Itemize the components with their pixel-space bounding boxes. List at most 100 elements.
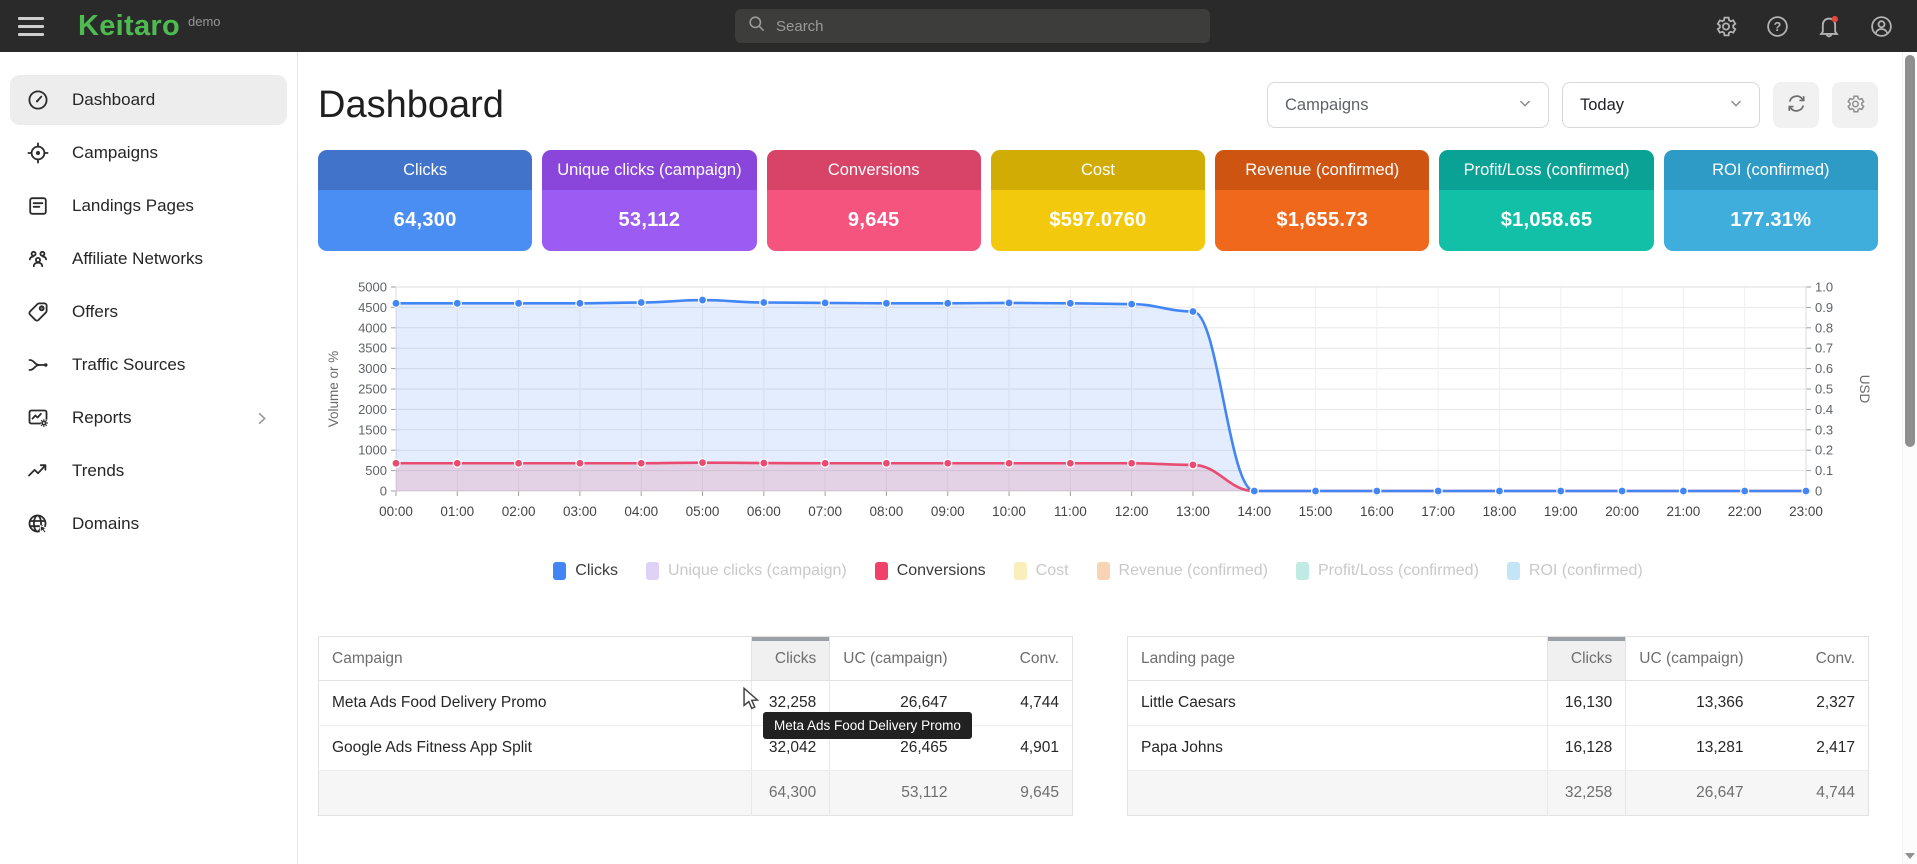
sidebar-item-label: Affiliate Networks — [72, 249, 203, 269]
svg-text:0: 0 — [1815, 484, 1822, 499]
group-filter-select[interactable]: Campaigns — [1267, 82, 1549, 128]
reports-icon — [26, 406, 50, 430]
legend-item-revenue-confirmed[interactable]: Revenue (confirmed) — [1097, 562, 1268, 580]
svg-text:s: s — [40, 306, 43, 311]
total-cell: 32,258 — [1548, 771, 1626, 816]
notifications-icon[interactable] — [1815, 12, 1843, 40]
total-cell — [319, 771, 752, 816]
column-header-clicks[interactable]: Clicks — [752, 637, 830, 681]
column-header-conv[interactable]: Conv. — [1757, 637, 1869, 681]
column-header-landing-page[interactable]: Landing page — [1128, 637, 1548, 681]
svg-text:0: 0 — [380, 484, 387, 499]
chevron-down-icon — [1727, 94, 1745, 117]
total-cell: 9,645 — [961, 771, 1073, 816]
column-header-conv[interactable]: Conv. — [961, 637, 1073, 681]
svg-text:Volume or %: Volume or % — [326, 351, 341, 428]
topbar: Keitaro demo ? — [0, 0, 1917, 52]
settings-icon[interactable] — [1711, 12, 1739, 40]
stat-card-value: $1,058.65 — [1439, 190, 1653, 251]
sidebar-item-domains[interactable]: Domains — [10, 499, 287, 549]
date-range-value: Today — [1580, 96, 1624, 115]
legend-item-unique-clicks-campaign[interactable]: Unique clicks (campaign) — [646, 562, 847, 580]
sidebar-item-affiliate-networks[interactable]: Affiliate Networks — [10, 234, 287, 284]
legend-item-conversions[interactable]: Conversions — [875, 562, 986, 580]
row-value-cell: 4,901 — [961, 726, 1073, 771]
svg-text:0.2: 0.2 — [1815, 443, 1833, 458]
trends-icon — [26, 459, 50, 483]
svg-text:2500: 2500 — [358, 382, 387, 397]
stat-card-value: 177.31% — [1664, 190, 1878, 251]
scroll-down-arrow[interactable] — [1905, 853, 1915, 859]
refresh-icon — [1785, 92, 1808, 118]
row-name-cell[interactable]: Little Caesars — [1128, 681, 1548, 726]
sidebar-item-trends[interactable]: Trends — [10, 446, 287, 496]
date-range-select[interactable]: Today — [1562, 82, 1760, 128]
svg-text:0.5: 0.5 — [1815, 382, 1833, 397]
help-icon[interactable]: ? — [1763, 12, 1791, 40]
refresh-button[interactable] — [1773, 82, 1819, 128]
stat-card-cost: Cost$597.0760 — [991, 150, 1205, 251]
menu-toggle-button[interactable] — [18, 11, 52, 41]
landings-table: Landing pageClicksUC (campaign)Conv.Litt… — [1127, 636, 1869, 816]
column-header-uc-campaign[interactable]: UC (campaign) — [830, 637, 961, 681]
sidebar-item-label: Campaigns — [72, 143, 158, 163]
legend-item-cost[interactable]: Cost — [1014, 562, 1069, 580]
row-name-cell[interactable]: Google Ads Fitness App Split — [319, 726, 752, 771]
sidebar-item-label: Dashboard — [72, 90, 155, 110]
landings-pages-icon — [26, 194, 50, 218]
stat-card-revenue-confirmed: Revenue (confirmed)$1,655.73 — [1215, 150, 1429, 251]
svg-text:?: ? — [1773, 19, 1781, 33]
legend-item-profit-loss-confirmed[interactable]: Profit/Loss (confirmed) — [1296, 562, 1479, 580]
traffic-sources-icon — [26, 353, 50, 377]
table-row[interactable]: Little Caesars16,13013,3662,327 — [1128, 681, 1869, 726]
landings-table-grid: Landing pageClicksUC (campaign)Conv.Litt… — [1127, 636, 1869, 816]
row-value-cell: 2,417 — [1757, 726, 1869, 771]
sidebar-item-dashboard[interactable]: Dashboard — [10, 75, 287, 125]
environment-badge: demo — [188, 14, 221, 29]
scrollbar-track[interactable] — [1902, 52, 1917, 864]
svg-text:15:00: 15:00 — [1299, 504, 1333, 519]
svg-text:10:00: 10:00 — [992, 504, 1026, 519]
row-value-cell: 16,128 — [1548, 726, 1626, 771]
summary-tables: CampaignClicksUC (campaign)Conv.Meta Ads… — [318, 636, 1878, 816]
stat-card-value: $597.0760 — [991, 190, 1205, 251]
svg-text:1.0: 1.0 — [1815, 280, 1833, 295]
sidebar-item-reports[interactable]: Reports — [10, 393, 287, 443]
row-name-cell[interactable]: Papa Johns — [1128, 726, 1548, 771]
column-header-campaign[interactable]: Campaign — [319, 637, 752, 681]
affiliate-networks-icon — [26, 247, 50, 271]
stat-card-label: Cost — [991, 150, 1205, 190]
stat-card-value: 53,112 — [542, 190, 756, 251]
table-row[interactable]: Papa Johns16,12813,2812,417 — [1128, 726, 1869, 771]
total-cell — [1128, 771, 1548, 816]
legend-item-clicks[interactable]: Clicks — [553, 562, 618, 580]
row-name-cell[interactable]: Meta Ads Food Delivery Promo — [319, 681, 752, 726]
legend-item-roi-confirmed[interactable]: ROI (confirmed) — [1507, 562, 1643, 580]
sidebar-item-traffic-sources[interactable]: Traffic Sources — [10, 340, 287, 390]
sidebar-item-campaigns[interactable]: Campaigns — [10, 128, 287, 178]
column-header-uc-campaign[interactable]: UC (campaign) — [1626, 637, 1757, 681]
sidebar-item-landings-pages[interactable]: Landings Pages — [10, 181, 287, 231]
stat-card-label: Conversions — [767, 150, 981, 190]
brand-logo[interactable]: Keitaro — [78, 10, 180, 43]
svg-text:0.6: 0.6 — [1815, 361, 1833, 376]
scrollbar-thumb[interactable] — [1905, 55, 1915, 447]
totals-row: 64,30053,1129,645 — [319, 771, 1073, 816]
search-input[interactable] — [776, 18, 1198, 35]
search-box[interactable] — [735, 9, 1210, 43]
column-header-clicks[interactable]: Clicks — [1548, 637, 1626, 681]
account-icon[interactable] — [1867, 12, 1895, 40]
stat-card-value: $1,655.73 — [1215, 190, 1429, 251]
total-cell: 53,112 — [830, 771, 961, 816]
sidebar-item-offers[interactable]: sOffers — [10, 287, 287, 337]
sidebar-item-label: Reports — [72, 408, 132, 428]
traffic-chart-svg: 005000.110000.215000.320000.425000.53000… — [318, 277, 1878, 529]
search-icon — [747, 14, 766, 38]
dashboard-settings-button[interactable] — [1832, 82, 1878, 128]
svg-text:07:00: 07:00 — [808, 504, 842, 519]
legend-swatch — [875, 562, 888, 580]
svg-text:1500: 1500 — [358, 422, 387, 437]
svg-text:11:00: 11:00 — [1054, 504, 1087, 519]
row-value-cell: 2,327 — [1757, 681, 1869, 726]
svg-text:22:00: 22:00 — [1728, 504, 1762, 519]
